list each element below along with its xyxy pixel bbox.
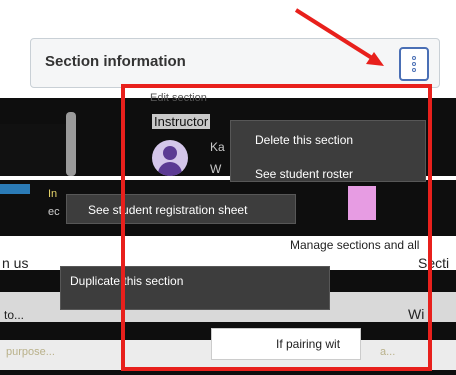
annotation-highlight-box <box>121 84 432 371</box>
more-options-button[interactable] <box>399 47 429 81</box>
divider <box>0 124 66 176</box>
more-vertical-icon <box>412 56 416 72</box>
bottom-left-text: to... <box>4 308 25 322</box>
top-area <box>0 0 456 30</box>
left-fragment: ec <box>48 206 60 218</box>
section-title: Section information <box>45 53 186 70</box>
left-us-text: n us <box>2 255 29 271</box>
bottom-row-left: purpose... <box>6 346 55 358</box>
section-card: Section information <box>30 38 440 88</box>
scrollbar-thumb[interactable] <box>66 112 76 176</box>
left-fragment: In <box>48 188 58 200</box>
accent-strip <box>0 184 30 194</box>
